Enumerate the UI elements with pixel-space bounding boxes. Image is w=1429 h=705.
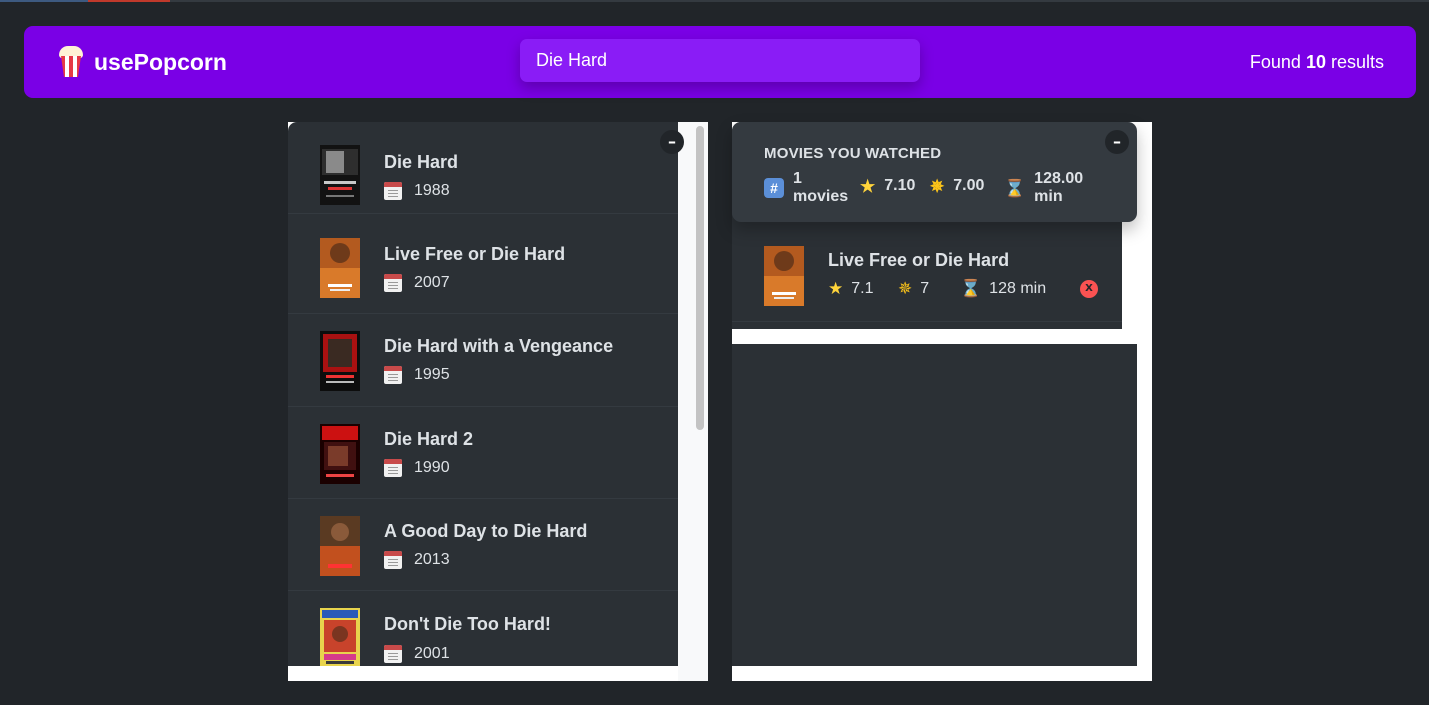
movie-year: 2007 [384, 274, 450, 292]
calendar-icon [384, 182, 402, 200]
list-item[interactable]: Live Free or Die Hard 2007 [288, 222, 678, 314]
list-item[interactable]: Die Hard with a Vengeance 1995 [288, 314, 678, 407]
movie-title: Don't Die Too Hard! [384, 614, 551, 634]
movie-year: 1988 [384, 182, 450, 200]
delete-watched-button[interactable]: X [1080, 280, 1098, 298]
user-rating: ✵ 7 [898, 279, 929, 299]
results-count: 10 [1305, 52, 1326, 72]
movie-year: 2001 [384, 645, 450, 663]
year-text: 2007 [414, 274, 450, 291]
watched-list-item: Live Free or Die Hard ★ 7.1 ✵ 7 ⌛ 128 mi… [732, 222, 1122, 322]
movie-title: Live Free or Die Hard [828, 250, 1010, 270]
runtime-value: 128 min [989, 280, 1047, 297]
calendar-icon [384, 366, 402, 384]
movie-list-box[interactable]: Die Hard 1988 Live Free or Die Hard 2007 [288, 122, 678, 666]
list-item[interactable]: Die Hard 2 1990 [288, 407, 678, 499]
summary-title: Movies you watched [764, 145, 942, 162]
glowing-star-icon: ✵ [930, 176, 945, 196]
poster-die-hard-2 [320, 424, 360, 484]
watched-toggle-button[interactable]: – [1105, 130, 1129, 154]
calendar-icon [384, 645, 402, 663]
poster-dont-die [320, 608, 360, 666]
stat-movie-count: # 1 movies [764, 170, 848, 206]
stat-user-avg: ✵ 7.00 [930, 177, 984, 195]
movie-year: 1995 [384, 366, 450, 384]
imdb-rating: ★ 7.1 [828, 279, 874, 299]
poster-live-free [764, 246, 804, 306]
count-unit: movies [793, 188, 849, 205]
runtime-unit: min [1034, 188, 1063, 205]
window-top-strip [0, 0, 1429, 2]
logo: usePopcorn [58, 46, 227, 78]
count-value: 1 [793, 170, 802, 187]
results-suffix: results [1325, 52, 1384, 72]
num-results: Found 10 results [1250, 52, 1384, 73]
results-prefix: Found [1249, 52, 1306, 72]
list-item[interactable]: Don't Die Too Hard! 2001 [288, 591, 678, 666]
calendar-icon [384, 551, 402, 569]
poster-good-day [320, 516, 360, 576]
imdb-rating-value: 7.1 [851, 280, 874, 297]
tab-indicator [0, 0, 88, 2]
tab-indicator-active [88, 0, 170, 2]
movie-year: 1990 [384, 459, 450, 477]
runtime: ⌛ 128 min [960, 279, 1046, 299]
hourglass-icon: ⌛ [1004, 178, 1026, 198]
runtime-value: 128.00 [1034, 170, 1084, 187]
calendar-icon [384, 274, 402, 292]
watched-box-empty [732, 344, 1137, 666]
calendar-icon [384, 459, 402, 477]
user-rating-value: 7 [920, 280, 930, 297]
navbar: usePopcorn Found 10 results [24, 26, 1416, 98]
movie-count-text: 1 movies [793, 170, 848, 206]
imdb-avg-value: 7.10 [884, 177, 916, 194]
popcorn-icon [58, 46, 84, 78]
poster-live-free [320, 238, 360, 298]
year-text: 1990 [414, 459, 450, 476]
logo-text: usePopcorn [94, 48, 227, 75]
glowing-star-icon: ✵ [898, 279, 913, 298]
year-text: 1988 [414, 182, 450, 199]
star-icon: ★ [860, 176, 876, 196]
star-icon: ★ [828, 279, 844, 298]
movie-title: Die Hard [384, 152, 459, 172]
hash-icon: # [764, 178, 784, 198]
movie-title: Die Hard with a Vengeance [384, 336, 614, 356]
poster-die-hard [320, 145, 360, 205]
poster-vengeance [320, 331, 360, 391]
watched-summary: Movies you watched # 1 movies ★ 7.10 ✵ 7.… [732, 122, 1137, 222]
runtime-text: 128.00 min [1034, 170, 1083, 206]
movie-title: Die Hard 2 [384, 429, 474, 449]
stat-runtime-avg: ⌛ 128.00 min [1004, 170, 1083, 206]
list-toggle-button[interactable]: – [660, 130, 684, 154]
user-avg-value: 7.00 [953, 177, 985, 194]
search-input[interactable] [520, 39, 920, 82]
list-item[interactable]: A Good Day to Die Hard 2013 [288, 499, 678, 591]
list-item[interactable]: Die Hard 1988 [288, 122, 678, 214]
year-text: 1995 [414, 366, 450, 383]
movie-title: A Good Day to Die Hard [384, 521, 588, 541]
list-scrollbar-thumb[interactable] [696, 126, 704, 430]
stat-imdb-avg: ★ 7.10 [860, 177, 915, 195]
movie-year: 2013 [384, 551, 450, 569]
year-text: 2013 [414, 551, 450, 568]
hourglass-icon: ⌛ [960, 279, 982, 298]
movie-title: Live Free or Die Hard [384, 244, 566, 264]
year-text: 2001 [414, 645, 450, 662]
